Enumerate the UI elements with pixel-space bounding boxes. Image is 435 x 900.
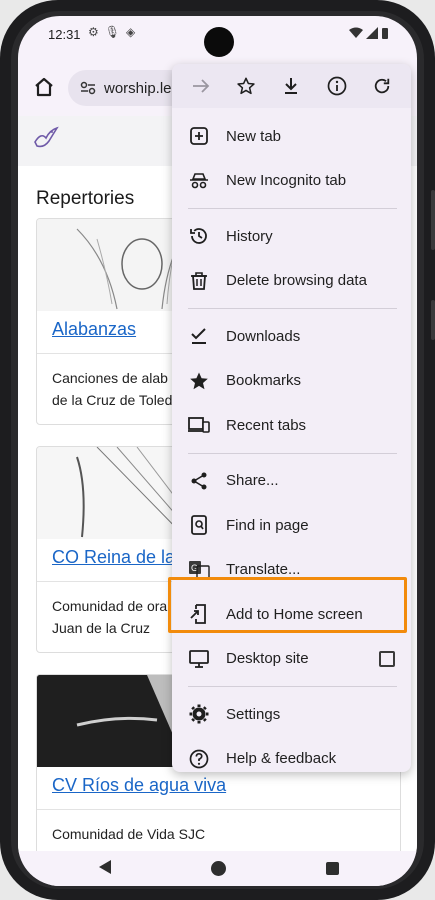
- share-icon: [188, 470, 210, 492]
- menu-action-row: [172, 64, 411, 108]
- menu-item-share[interactable]: Share...: [172, 459, 411, 504]
- settings-status-icon: ⚙: [88, 25, 99, 39]
- menu-item-desktop-site[interactable]: Desktop site: [172, 637, 411, 682]
- menu-item-label: Share...: [226, 472, 279, 490]
- menu-item-label: Bookmarks: [226, 372, 302, 390]
- menu-item-label: Downloads: [226, 327, 301, 345]
- wifi-icon: [349, 27, 363, 38]
- menu-divider: [188, 686, 397, 687]
- battery-icon: [382, 28, 388, 39]
- recent-tabs-devices-icon: [188, 414, 210, 436]
- menu-item-label: Desktop site: [226, 650, 309, 668]
- recents-icon[interactable]: [326, 862, 339, 875]
- menu-item-recent-tabs[interactable]: Recent tabs: [172, 403, 411, 448]
- menu-divider: [188, 452, 397, 454]
- menu-item-label: New Incognito tab: [226, 172, 347, 190]
- signal-icon: [366, 27, 378, 39]
- volume-button: [431, 190, 435, 250]
- trash-icon: [188, 270, 210, 292]
- bookmarks-star-icon: [188, 370, 210, 392]
- status-icons-left: ⚙ 🎙 ◈: [88, 25, 135, 39]
- bookmark-star-icon[interactable]: [232, 72, 260, 100]
- menu-item-delete-browsing-data[interactable]: Delete browsing data: [172, 259, 411, 304]
- menu-item-new-tab[interactable]: New tab: [172, 114, 411, 159]
- new-tab-icon: [188, 125, 210, 147]
- menu-item-label: Delete browsing data: [226, 272, 367, 290]
- menu-item-bookmarks[interactable]: Bookmarks: [172, 359, 411, 404]
- front-camera: [204, 27, 234, 57]
- screen: 12:31 ⚙ 🎙 ◈ worship.leb Repertories Alab…: [18, 16, 417, 886]
- menu-item-label: Translate...: [226, 561, 301, 579]
- menu-divider: [188, 208, 397, 209]
- card-desc-line: Comunidad de Vida SJC: [52, 826, 206, 842]
- incognito-icon: [188, 170, 210, 192]
- status-icons-right: [349, 27, 389, 39]
- menu-item-label: Find in page: [226, 516, 309, 534]
- home-nav-icon[interactable]: [211, 861, 226, 876]
- dove-logo-icon[interactable]: [32, 124, 60, 152]
- find-in-page-icon: [188, 514, 210, 536]
- home-icon[interactable]: [32, 75, 56, 99]
- downloads-check-icon: [188, 325, 210, 347]
- menu-divider: [188, 308, 397, 309]
- chrome-overflow-menu: New tab New Incognito tab History Delete…: [172, 64, 411, 772]
- site-settings-icon[interactable]: [80, 81, 96, 95]
- menu-item-history[interactable]: History: [172, 214, 411, 259]
- menu-item-incognito[interactable]: New Incognito tab: [172, 159, 411, 204]
- power-button: [431, 300, 435, 340]
- menu-item-help-feedback[interactable]: Help & feedback: [172, 737, 411, 782]
- menu-item-label: Help & feedback: [226, 750, 337, 768]
- menu-item-label: Recent tabs: [226, 416, 307, 434]
- mic-status-icon: 🎙: [104, 25, 120, 39]
- status-time: 12:31: [48, 27, 81, 42]
- download-icon[interactable]: [277, 72, 305, 100]
- section-title: Repertories: [36, 188, 135, 209]
- menu-item-downloads[interactable]: Downloads: [172, 314, 411, 359]
- location-status-icon: ◈: [126, 25, 136, 39]
- desktop-site-checkbox[interactable]: [379, 650, 395, 667]
- help-icon: [188, 748, 210, 770]
- menu-item-label: History: [226, 227, 273, 245]
- menu-item-label: New tab: [226, 127, 282, 145]
- forward-icon[interactable]: [187, 72, 215, 100]
- info-icon[interactable]: [323, 72, 351, 100]
- history-icon: [188, 225, 210, 247]
- menu-item-label: Settings: [226, 705, 281, 723]
- back-icon[interactable]: [98, 859, 112, 875]
- menu-item-find-in-page[interactable]: Find in page: [172, 503, 411, 548]
- system-nav-bar: [18, 851, 417, 886]
- desktop-monitor-icon: [188, 648, 210, 670]
- reload-icon[interactable]: [368, 72, 396, 100]
- url-text: worship.leb: [104, 79, 180, 97]
- settings-gear-icon: [188, 703, 210, 725]
- highlight-box: [168, 577, 407, 633]
- menu-item-settings[interactable]: Settings: [172, 692, 411, 737]
